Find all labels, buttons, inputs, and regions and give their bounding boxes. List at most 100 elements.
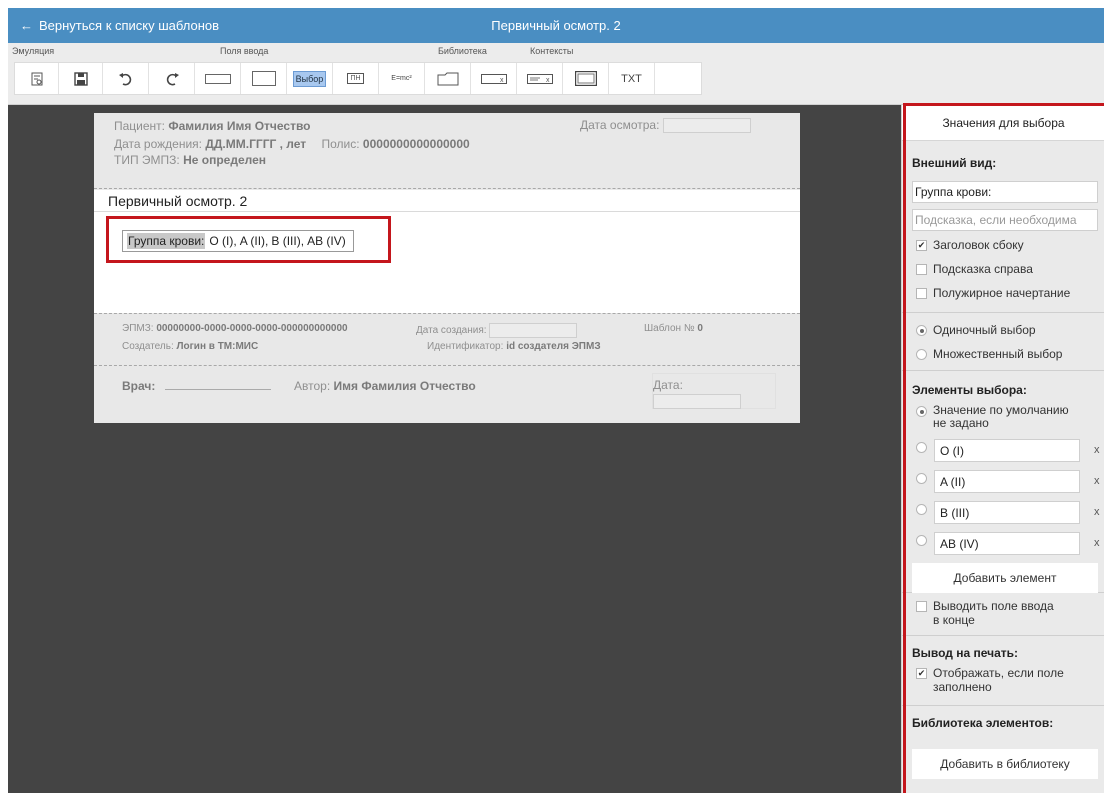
checkbox-empty-icon <box>916 264 927 275</box>
editor-window: ← Вернуться к списку шаблонов Первичный о… <box>8 8 1104 793</box>
frame-button[interactable] <box>563 63 609 94</box>
title-bar: ← Вернуться к списку шаблонов Первичный о… <box>8 8 1104 43</box>
context-list-button[interactable]: x <box>517 63 563 94</box>
radio-selected-icon <box>916 406 927 417</box>
appearance-heading: Внешний вид: <box>912 156 997 170</box>
formula-label: E=mc² <box>391 75 412 82</box>
body-divider <box>94 313 800 314</box>
back-to-templates-link[interactable]: ← Вернуться к списку шаблонов <box>20 8 219 43</box>
date-field-button[interactable]: ПН <box>333 63 379 94</box>
radio-icon[interactable] <box>916 473 927 484</box>
multi-choice-radio[interactable]: Множественный выбор <box>916 347 1062 361</box>
preview-icon <box>31 72 42 85</box>
print-heading: Вывод на печать: <box>912 646 1019 660</box>
author-label: Автор: <box>294 379 331 393</box>
default-value-text: Значение по умолчанию не задано <box>933 404 1069 430</box>
elements-section: Элементы выбора: Значение по умолчанию не… <box>902 371 1104 593</box>
checkmark-icon: ✔ <box>916 240 927 251</box>
context-icon: x <box>526 73 553 84</box>
library-section: Библиотека элементов: Добавить в библиот… <box>902 706 1104 793</box>
redo-button[interactable] <box>149 63 195 94</box>
add-element-button[interactable]: Добавить элемент <box>912 563 1098 593</box>
textarea-button[interactable] <box>241 63 287 94</box>
input-at-end-line-1: Выводить поле ввода <box>933 599 1054 613</box>
save-button[interactable] <box>59 63 103 94</box>
identifier-row: Идентификатор: id создателя ЭПМЗ <box>427 341 601 352</box>
hint-right-checkbox[interactable]: Подсказка справа <box>916 262 1033 276</box>
author-row: Автор: Имя Фамилия Отчество <box>294 379 476 393</box>
exam-date-row: Дата осмотра: <box>580 118 751 134</box>
created-label: Дата создания: <box>416 325 487 337</box>
identifier-value: id создателя ЭПМЗ <box>506 341 601 352</box>
element-value-input[interactable]: O (I) <box>934 439 1080 462</box>
formula-button[interactable]: E=mc² <box>379 63 425 94</box>
properties-panel: Значения для выбора Внешний вид: Группа … <box>901 105 1104 793</box>
emulation-button[interactable] <box>15 63 59 94</box>
document-page: Пациент: Фамилия Имя Отчество Дата осмот… <box>94 113 800 423</box>
policy-value: 0000000000000000 <box>362 137 470 151</box>
clear-field-button[interactable]: x <box>471 63 517 94</box>
default-value-radio[interactable]: Значение по умолчанию не задано <box>916 404 1069 430</box>
folder-icon <box>437 72 458 85</box>
remove-element-icon[interactable]: x <box>1094 444 1100 456</box>
element-row: O (I) x <box>916 438 1102 462</box>
print-if-filled-text: Отображать, если поле заполнено <box>933 666 1064 694</box>
emz-value: 00000000-0000-0000-0000-000000000000 <box>156 323 348 334</box>
text-field-icon <box>204 73 231 84</box>
template-label: Шаблон № <box>644 323 695 334</box>
textarea-icon <box>251 71 276 86</box>
text-field-button[interactable] <box>195 63 241 94</box>
checkbox-empty-icon <box>916 601 927 612</box>
emz-type-row: ТИП ЭМПЗ: Не определен <box>114 153 266 167</box>
exam-date-field[interactable] <box>662 118 751 134</box>
birth-row: Дата рождения: ДД.ММ.ГГГГ , лет Полис: 0… <box>114 137 470 151</box>
label-text-input[interactable]: Группа крови: <box>912 181 1098 203</box>
label-side-checkbox[interactable]: ✔ Заголовок сбоку <box>916 238 1024 252</box>
section-header: Первичный осмотр. 2 <box>94 190 800 212</box>
bold-checkbox[interactable]: Полужирное начертание <box>916 286 1070 300</box>
header-divider <box>94 188 800 189</box>
birth-value: ДД.ММ.ГГГГ , лет <box>205 137 307 151</box>
doctor-label: Врач: <box>122 379 156 393</box>
library-folder-button[interactable] <box>425 63 471 94</box>
save-icon <box>73 71 88 86</box>
radio-icon[interactable] <box>916 442 927 453</box>
checkbox-empty-icon <box>916 288 927 299</box>
select-field-button[interactable]: Выбор <box>287 63 333 94</box>
add-to-library-button[interactable]: Добавить в библиотеку <box>912 749 1098 779</box>
patient-row: Пациент: Фамилия Имя Отчество <box>114 119 311 133</box>
undo-icon <box>118 72 131 85</box>
creator-label: Создатель: <box>122 341 174 352</box>
remove-element-icon[interactable]: x <box>1094 506 1100 518</box>
remove-element-icon[interactable]: x <box>1094 475 1100 487</box>
multi-choice-text: Множественный выбор <box>933 347 1063 361</box>
selected-field-highlight <box>106 216 391 263</box>
elements-heading: Элементы выбора: <box>912 383 1027 397</box>
bold-text: Полужирное начертание <box>933 286 1071 300</box>
input-at-end-line-2: в конце <box>933 613 975 627</box>
sign-date-label: Дата: <box>653 378 683 392</box>
single-choice-radio[interactable]: Одиночный выбор <box>916 323 1036 337</box>
input-at-end-text: Выводить поле ввода в конце <box>933 599 1054 627</box>
print-if-filled-checkbox[interactable]: ✔ Отображать, если поле заполнено <box>916 666 1064 694</box>
input-at-end-checkbox[interactable]: Выводить поле ввода в конце <box>916 599 1054 627</box>
svg-text:x: x <box>500 77 504 84</box>
document-canvas: Пациент: Фамилия Имя Отчество Дата осмот… <box>8 105 901 793</box>
select-field-label: Выбор <box>292 70 327 87</box>
hint-input[interactable]: Подсказка, если необходима <box>912 209 1098 231</box>
single-choice-text: Одиночный выбор <box>933 323 1036 337</box>
template-value: 0 <box>697 323 703 334</box>
emz-label: ЭПМЗ: <box>122 323 154 334</box>
element-value-input[interactable]: A (II) <box>934 470 1080 493</box>
remove-element-icon[interactable]: x <box>1094 537 1100 549</box>
calendar-icon: ПН <box>347 73 364 84</box>
panel-title: Значения для выбора <box>902 105 1104 141</box>
undo-button[interactable] <box>103 63 149 94</box>
input-at-end-section: Выводить поле ввода в конце <box>902 593 1104 636</box>
radio-icon[interactable] <box>916 504 927 515</box>
doctor-signature-line <box>164 380 271 390</box>
element-value-input[interactable]: B (III) <box>934 501 1080 524</box>
element-value-input[interactable]: AB (IV) <box>934 532 1080 555</box>
txt-export-button[interactable]: TXT <box>609 63 655 94</box>
radio-icon[interactable] <box>916 535 927 546</box>
